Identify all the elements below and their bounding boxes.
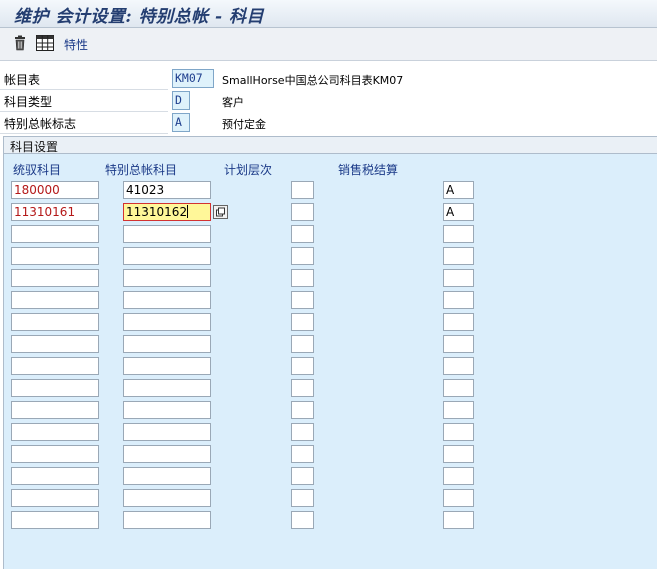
planning-level-cell[interactable] <box>291 357 314 375</box>
tax-clearing-cell[interactable] <box>443 313 474 331</box>
tax-clearing-cell[interactable] <box>443 401 474 419</box>
special-gl-account-cell[interactable] <box>123 511 211 529</box>
tax-clearing-cell[interactable]: A <box>443 203 474 221</box>
planning-level-cell[interactable] <box>291 313 314 331</box>
col-header-reconciliation-account: 统驭科目 <box>13 163 62 177</box>
account-type-field[interactable]: D <box>172 91 190 110</box>
reconciliation-account-cell[interactable] <box>11 269 99 287</box>
reconciliation-account-cell[interactable]: 180000 <box>11 181 99 199</box>
special-gl-account-cell[interactable] <box>123 445 211 463</box>
window-title: 维护 会计设置: 特别总帐 - 科目 <box>14 7 265 27</box>
title-bar: 维护 会计设置: 特别总帐 - 科目 <box>0 0 657 28</box>
group-title-bar: 科目设置 <box>4 137 657 154</box>
reconciliation-account-cell[interactable] <box>11 335 99 353</box>
tax-clearing-cell[interactable] <box>443 445 474 463</box>
planning-level-cell[interactable] <box>291 489 314 507</box>
text-cursor <box>187 205 189 218</box>
planning-level-cell[interactable] <box>291 401 314 419</box>
reconciliation-account-cell[interactable] <box>11 313 99 331</box>
special-gl-account-cell[interactable] <box>123 291 211 309</box>
tax-clearing-cell[interactable] <box>443 247 474 265</box>
trash-icon[interactable] <box>12 35 28 51</box>
chart-of-accounts-description: SmallHorse中国总公司科目表KM07 <box>222 74 404 87</box>
special-gl-account-cell[interactable] <box>123 489 211 507</box>
tax-clearing-cell[interactable]: A <box>443 181 474 199</box>
planning-level-cell[interactable] <box>291 467 314 485</box>
special-gl-account-cell[interactable] <box>123 423 211 441</box>
f4-help-icon[interactable] <box>213 205 228 219</box>
special-gl-account-cell[interactable] <box>123 225 211 243</box>
planning-level-cell[interactable] <box>291 181 314 199</box>
tax-clearing-cell[interactable] <box>443 423 474 441</box>
reconciliation-account-cell[interactable] <box>11 467 99 485</box>
special-gl-indicator-label: 特别总帐标志 <box>4 117 77 131</box>
planning-level-cell[interactable] <box>291 203 314 221</box>
table-grid-icon[interactable] <box>36 35 54 51</box>
account-settings-group: 科目设置 统驭科目 特别总帐科目 计划层次 销售税结算 180000 41023 A… <box>3 136 657 569</box>
special-gl-indicator-description: 预付定金 <box>222 118 266 131</box>
reconciliation-account-cell[interactable] <box>11 225 99 243</box>
reconciliation-account-cell[interactable] <box>11 423 99 441</box>
reconciliation-account-cell[interactable]: 11310161 <box>11 203 99 221</box>
special-gl-indicator-field[interactable]: A <box>172 113 190 132</box>
chart-of-accounts-field[interactable]: KM07 <box>172 69 214 88</box>
reconciliation-account-cell[interactable] <box>11 379 99 397</box>
planning-level-cell[interactable] <box>291 291 314 309</box>
tax-clearing-cell[interactable] <box>443 489 474 507</box>
reconciliation-account-cell[interactable] <box>11 511 99 529</box>
tax-clearing-cell[interactable] <box>443 357 474 375</box>
special-gl-account-cell[interactable] <box>123 313 211 331</box>
reconciliation-account-cell[interactable] <box>11 445 99 463</box>
special-gl-account-cell[interactable] <box>123 335 211 353</box>
chart-of-accounts-label: 帐目表 <box>4 73 41 87</box>
col-header-tax-clearing: 销售税结算 <box>338 163 399 177</box>
special-gl-account-cell[interactable] <box>123 247 211 265</box>
planning-level-cell[interactable] <box>291 445 314 463</box>
reconciliation-account-cell[interactable] <box>11 291 99 309</box>
reconciliation-account-cell[interactable] <box>11 357 99 375</box>
special-gl-account-cell[interactable] <box>123 401 211 419</box>
header-row-special-gl-indicator: 特别总帐标志 A 预付定金 <box>0 112 657 134</box>
header-row-account-type: 科目类型 D 客户 <box>0 90 657 112</box>
tax-clearing-cell[interactable] <box>443 269 474 287</box>
reconciliation-account-cell[interactable] <box>11 401 99 419</box>
col-header-special-gl-account: 特别总帐科目 <box>105 163 178 177</box>
special-gl-account-cell[interactable] <box>123 379 211 397</box>
tax-clearing-cell[interactable] <box>443 511 474 529</box>
reconciliation-account-cell[interactable] <box>11 489 99 507</box>
reconciliation-account-cell[interactable] <box>11 247 99 265</box>
group-title: 科目设置 <box>10 140 59 154</box>
special-gl-account-cell[interactable]: 41023 <box>123 181 211 199</box>
header-row-chart-of-accounts: 帐目表 KM07 SmallHorse中国总公司科目表KM07 <box>0 68 657 90</box>
col-header-planning-level: 计划层次 <box>224 163 273 177</box>
special-gl-account-cell[interactable] <box>123 357 211 375</box>
planning-level-cell[interactable] <box>291 269 314 287</box>
planning-level-cell[interactable] <box>291 247 314 265</box>
planning-level-cell[interactable] <box>291 225 314 243</box>
planning-level-cell[interactable] <box>291 335 314 353</box>
account-type-label: 科目类型 <box>4 95 53 109</box>
planning-level-cell[interactable] <box>291 423 314 441</box>
tax-clearing-cell[interactable] <box>443 335 474 353</box>
header-divider <box>0 133 168 134</box>
special-gl-account-cell[interactable] <box>123 467 211 485</box>
account-type-description: 客户 <box>222 96 244 109</box>
planning-level-cell[interactable] <box>291 379 314 397</box>
application-toolbar: 特性 <box>0 28 657 61</box>
tax-clearing-cell[interactable] <box>443 225 474 243</box>
tax-clearing-cell[interactable] <box>443 467 474 485</box>
tax-clearing-cell[interactable] <box>443 379 474 397</box>
special-gl-account-cell[interactable]: 11310162 <box>123 203 211 221</box>
planning-level-cell[interactable] <box>291 511 314 529</box>
tax-clearing-cell[interactable] <box>443 291 474 309</box>
special-gl-account-cell[interactable] <box>123 269 211 287</box>
properties-button[interactable]: 特性 <box>64 36 88 53</box>
